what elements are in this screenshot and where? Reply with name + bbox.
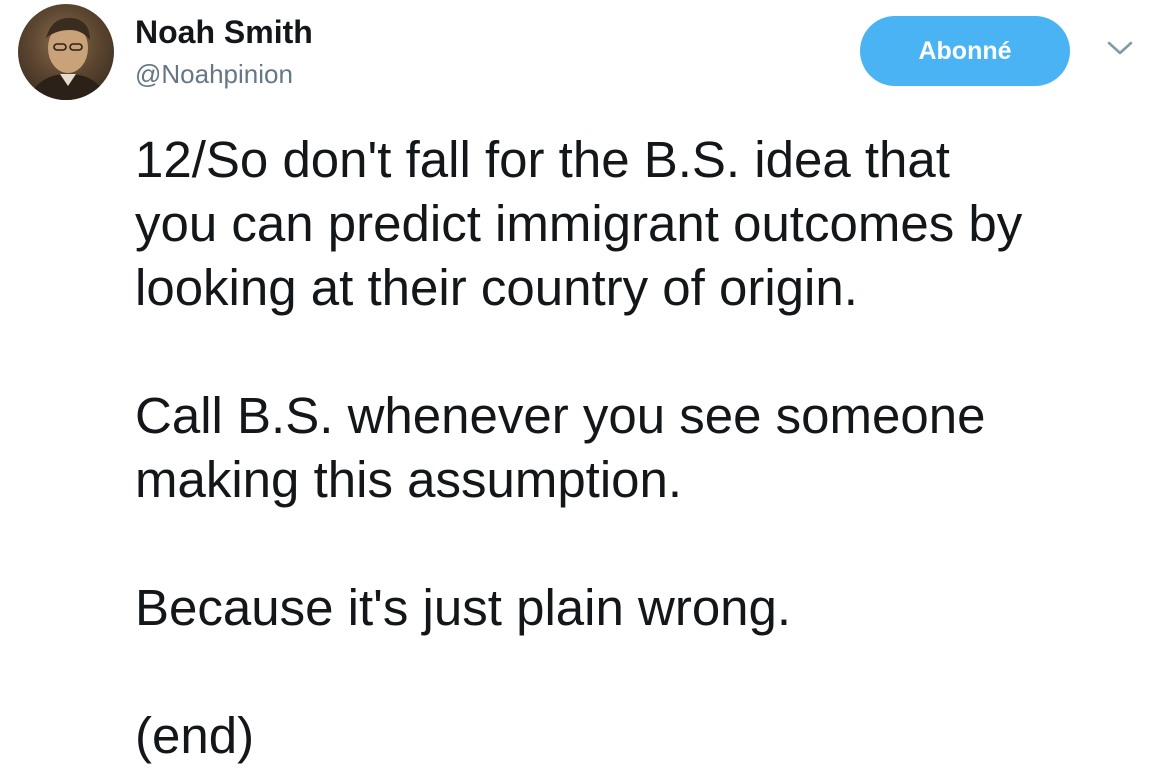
user-avatar[interactable] xyxy=(18,4,114,100)
author-display-name[interactable]: Noah Smith xyxy=(135,12,313,52)
avatar-portrait-icon xyxy=(28,17,108,100)
tweet-paragraph: Call B.S. whenever you see someone makin… xyxy=(135,384,1145,512)
tweet-line: 12/So don't fall for the B.S. idea that xyxy=(135,131,950,188)
author-handle[interactable]: @Noahpinion xyxy=(135,56,293,92)
tweet-line: looking at their country of origin. xyxy=(135,259,858,316)
chevron-down-icon xyxy=(1107,41,1133,55)
tweet-line: Because it's just plain wrong. xyxy=(135,579,792,636)
tweet-line: Call B.S. whenever you see someone xyxy=(135,387,986,444)
tweet-paragraph: (end) xyxy=(135,704,1145,768)
tweet-paragraph: Because it's just plain wrong. xyxy=(135,576,1145,640)
tweet-line: (end) xyxy=(135,707,255,764)
tweet-paragraph: 12/So don't fall for the B.S. idea that … xyxy=(135,128,1145,320)
tweet-body: 12/So don't fall for the B.S. idea that … xyxy=(135,128,1145,768)
tweet-line: making this assumption. xyxy=(135,451,683,508)
tweet-menu-button[interactable] xyxy=(1106,38,1134,58)
following-button[interactable]: Abonné xyxy=(860,16,1070,86)
tweet-line: you can predict immigrant outcomes by xyxy=(135,195,1023,252)
